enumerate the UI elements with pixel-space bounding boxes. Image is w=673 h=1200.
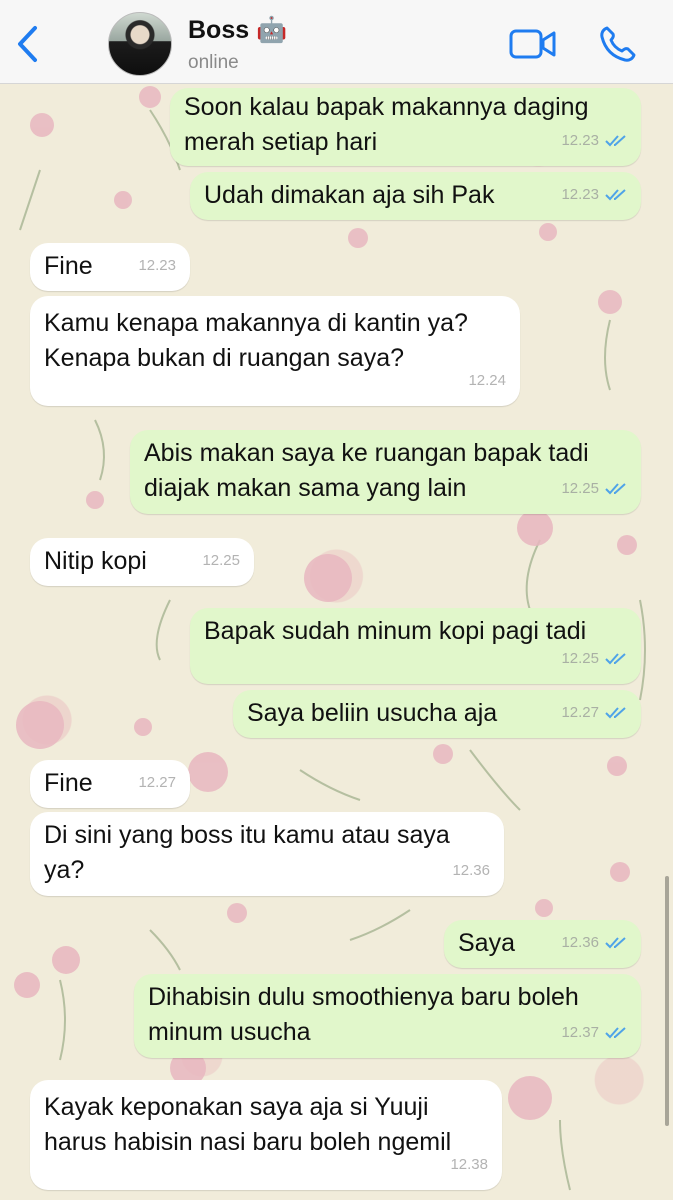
message-bubble-outgoing[interactable]: Bapak sudah minum kopi pagi tadi 12.25	[190, 608, 641, 684]
message-meta: 12.37	[561, 1015, 627, 1050]
chat-header: Boss 🤖 online	[0, 0, 673, 84]
message-meta: 12.25	[561, 471, 627, 506]
double-check-icon	[605, 937, 626, 949]
message-time: 12.27	[138, 774, 176, 791]
message-bubble-outgoing[interactable]: Saya 12.36	[444, 920, 641, 968]
scrollbar[interactable]	[665, 876, 669, 1126]
back-button[interactable]	[14, 24, 42, 64]
double-check-icon	[605, 1027, 626, 1039]
message-time: 12.23	[561, 186, 599, 203]
message-meta: 12.23	[138, 248, 176, 283]
message-time: 12.24	[468, 372, 506, 389]
message-meta: 12.27	[561, 695, 627, 730]
phone-icon	[600, 26, 636, 62]
message-meta: 12.36	[561, 925, 627, 960]
message-text: Kamu kenapa makannya di kantin ya? Kenap…	[44, 309, 468, 372]
message-meta: 12.23	[561, 123, 627, 158]
message-time: 12.23	[138, 257, 176, 274]
message-bubble-outgoing[interactable]: Abis makan saya ke ruangan bapak tadi di…	[130, 430, 641, 514]
contact-status: online	[188, 52, 239, 73]
message-time: 12.37	[561, 1024, 599, 1041]
message-time: 12.36	[452, 862, 490, 879]
double-check-icon	[605, 653, 626, 665]
message-bubble-incoming[interactable]: Nitip kopi 12.25	[30, 538, 254, 586]
message-text: Kayak keponakan saya aja si Yuuji harus …	[44, 1093, 452, 1156]
message-meta: 12.36	[452, 853, 490, 888]
message-meta: 12.38	[450, 1147, 488, 1182]
video-call-icon	[509, 29, 556, 59]
contact-avatar[interactable]	[108, 12, 172, 76]
contact-name[interactable]: Boss 🤖	[188, 16, 287, 45]
message-meta: 12.25	[202, 543, 240, 578]
message-time: 12.23	[561, 132, 599, 149]
message-time: 12.25	[561, 480, 599, 497]
message-time: 12.38	[450, 1156, 488, 1173]
message-time: 12.36	[561, 934, 599, 951]
video-call-button[interactable]	[508, 26, 558, 62]
double-check-icon	[605, 135, 626, 147]
robot-emoji-icon: 🤖	[256, 16, 288, 44]
chevron-left-icon	[18, 26, 37, 62]
message-meta: 12.24	[468, 363, 506, 398]
message-time: 12.27	[561, 704, 599, 721]
contact-name-text: Boss	[188, 16, 250, 44]
message-bubble-outgoing[interactable]: Dihabisin dulu smoothienya baru boleh mi…	[134, 974, 641, 1058]
message-bubble-incoming[interactable]: Kamu kenapa makannya di kantin ya? Kenap…	[30, 296, 520, 406]
message-bubble-incoming[interactable]: Di sini yang boss itu kamu atau saya ya?…	[30, 812, 504, 896]
message-text: Di sini yang boss itu kamu atau saya ya?	[44, 821, 450, 884]
message-bubble-outgoing[interactable]: Udah dimakan aja sih Pak 12.23	[190, 172, 641, 220]
double-check-icon	[605, 189, 626, 201]
message-meta: 12.25	[561, 641, 627, 676]
message-time: 12.25	[561, 650, 599, 667]
double-check-icon	[605, 707, 626, 719]
message-time: 12.25	[202, 552, 240, 569]
message-bubble-incoming[interactable]: Fine 12.23	[30, 243, 190, 291]
message-bubble-outgoing[interactable]: Soon kalau bapak makannya daging merah s…	[170, 88, 641, 166]
message-bubble-incoming[interactable]: Fine 12.27	[30, 760, 190, 808]
double-check-icon	[605, 483, 626, 495]
message-meta: 12.27	[138, 765, 176, 800]
message-meta: 12.23	[561, 177, 627, 212]
message-bubble-outgoing[interactable]: Saya beliin usucha aja 12.27	[233, 690, 641, 738]
message-bubble-incoming[interactable]: Kayak keponakan saya aja si Yuuji harus …	[30, 1080, 502, 1190]
voice-call-button[interactable]	[598, 24, 638, 64]
